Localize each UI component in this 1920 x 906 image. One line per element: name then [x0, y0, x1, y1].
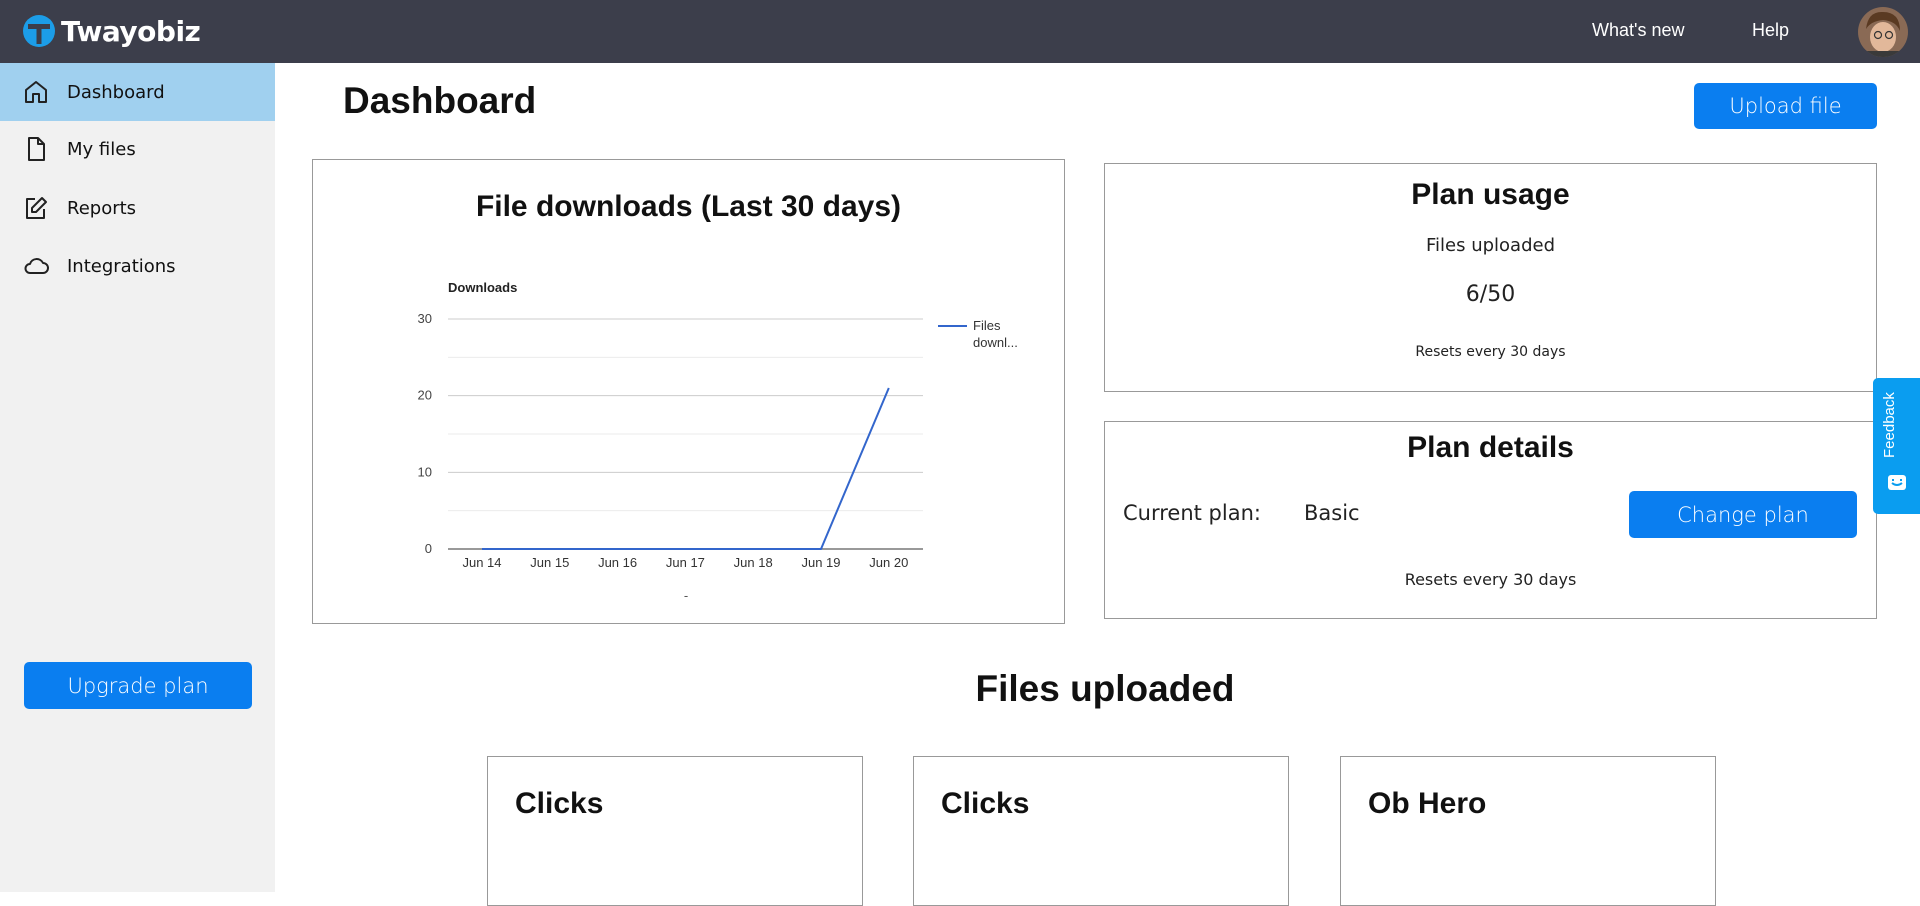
sidebar-item-label: Reports [67, 198, 136, 219]
x-tick-label: Jun 19 [801, 555, 840, 570]
x-tick-label: Jun 16 [598, 555, 637, 570]
y-tick-label: 0 [425, 541, 432, 556]
plan-usage-title: Plan usage [1105, 178, 1876, 212]
edit-icon [22, 194, 50, 222]
files-uploaded-heading: Files uploaded [960, 668, 1250, 710]
series-line [482, 388, 889, 549]
y-tick-label: 20 [418, 388, 432, 403]
file-card[interactable]: Clicks [487, 756, 863, 906]
user-avatar-icon [1858, 7, 1908, 57]
feedback-label: Feedback [1881, 392, 1898, 458]
legend-label-continued: downl... [973, 335, 1018, 350]
sidebar-item-integrations[interactable]: Integrations [0, 237, 275, 295]
sidebar-item-label: Dashboard [67, 82, 165, 103]
plan-usage-card: Plan usage Files uploaded 6/50 Resets ev… [1104, 163, 1877, 392]
legend-label: Files [973, 318, 1001, 333]
sidebar: Dashboard My files Reports Integrations … [0, 63, 275, 892]
files-uploaded-count: 6/50 [1105, 282, 1876, 307]
y-axis-label: Downloads [448, 280, 517, 295]
page-title: Dashboard [343, 80, 536, 122]
current-plan-value: Basic [1304, 501, 1360, 525]
plan-details-title: Plan details [1105, 431, 1876, 465]
file-card[interactable]: Ob Hero [1340, 756, 1716, 906]
x-tick-label: Jun 17 [666, 555, 705, 570]
plan-details-card: Plan details Current plan: Basic Change … [1104, 421, 1877, 619]
x-axis-caption: - [684, 588, 688, 603]
change-plan-button[interactable]: Change plan [1629, 491, 1857, 538]
sidebar-item-dashboard[interactable]: Dashboard [0, 63, 275, 121]
help-link[interactable]: Help [1752, 20, 1789, 41]
x-tick-label: Jun 18 [734, 555, 773, 570]
chat-icon [1887, 474, 1907, 494]
upgrade-plan-button[interactable]: Upgrade plan [24, 662, 252, 709]
sidebar-item-label: Integrations [67, 256, 176, 277]
downloads-card: File downloads (Last 30 days) 0102030Dow… [312, 159, 1065, 624]
files-uploaded-label: Files uploaded [1105, 235, 1876, 256]
sidebar-item-reports[interactable]: Reports [0, 179, 275, 237]
upload-file-button[interactable]: Upload file [1694, 83, 1877, 129]
home-icon [22, 78, 50, 106]
cloud-icon [22, 252, 50, 280]
app-logo[interactable]: Twayobiz [22, 12, 200, 50]
feedback-tab[interactable]: Feedback [1873, 378, 1920, 514]
file-card[interactable]: Clicks [913, 756, 1289, 906]
x-tick-label: Jun 14 [462, 555, 501, 570]
app-name: Twayobiz [61, 15, 200, 48]
plan-usage-reset-note: Resets every 30 days [1105, 344, 1876, 360]
avatar[interactable] [1858, 7, 1908, 57]
plan-details-reset-note: Resets every 30 days [1105, 570, 1876, 589]
y-tick-label: 10 [418, 464, 432, 479]
file-card-title: Ob Hero [1368, 787, 1486, 821]
file-icon [22, 135, 50, 163]
y-tick-label: 30 [418, 311, 432, 326]
x-tick-label: Jun 20 [869, 555, 908, 570]
logo-icon [22, 14, 56, 48]
x-tick-label: Jun 15 [530, 555, 569, 570]
sidebar-item-label: My files [67, 139, 136, 160]
sidebar-item-my-files[interactable]: My files [0, 120, 275, 178]
top-bar: Twayobiz What's new Help [0, 0, 1920, 63]
file-card-title: Clicks [941, 787, 1029, 821]
whats-new-link[interactable]: What's new [1592, 20, 1684, 41]
current-plan-label: Current plan: [1123, 501, 1261, 525]
file-card-title: Clicks [515, 787, 603, 821]
downloads-chart: 0 10 20 30 Downloads Jun 14 Jun 15 Jun 16 Jun 17… [313, 160, 1066, 625]
